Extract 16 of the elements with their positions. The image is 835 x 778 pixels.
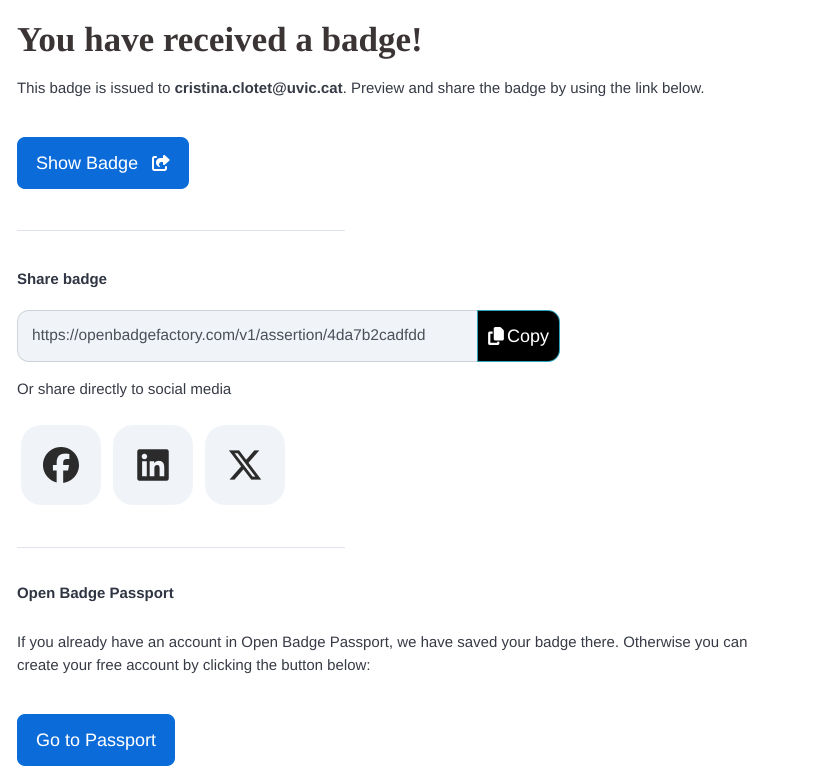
- page-title: You have received a badge!: [17, 19, 423, 61]
- go-to-passport-button[interactable]: Go to Passport: [17, 714, 176, 766]
- facebook-share-button[interactable]: [21, 425, 101, 505]
- social-share-label: Or share directly to social media: [17, 380, 232, 400]
- linkedin-share-button[interactable]: [113, 425, 193, 505]
- copy-button[interactable]: Copy: [477, 310, 560, 362]
- x-share-button[interactable]: [205, 425, 285, 505]
- intro-text: This badge is issued to cristina.clotet@uvic.cat. Preview and share the badge by using the link below.: [17, 79, 705, 99]
- copy-icon: [488, 327, 504, 345]
- passport-text: If you already have an account in Open Badge Passport, we have saved your badge there. Otherwise you can create your free account by clicking the button below:: [17, 633, 748, 676]
- passport-heading: Open Badge Passport: [17, 584, 174, 604]
- link-field[interactable]: https://openbadgefactory.com/v1/assertion/4da7b2cadfdd: [17, 310, 477, 362]
- facebook-logo-icon: [43, 447, 79, 483]
- linkedin-logo-icon: [135, 447, 171, 483]
- show-badge-button[interactable]: Show Badge: [17, 137, 190, 189]
- share-heading: Share badge: [17, 270, 108, 290]
